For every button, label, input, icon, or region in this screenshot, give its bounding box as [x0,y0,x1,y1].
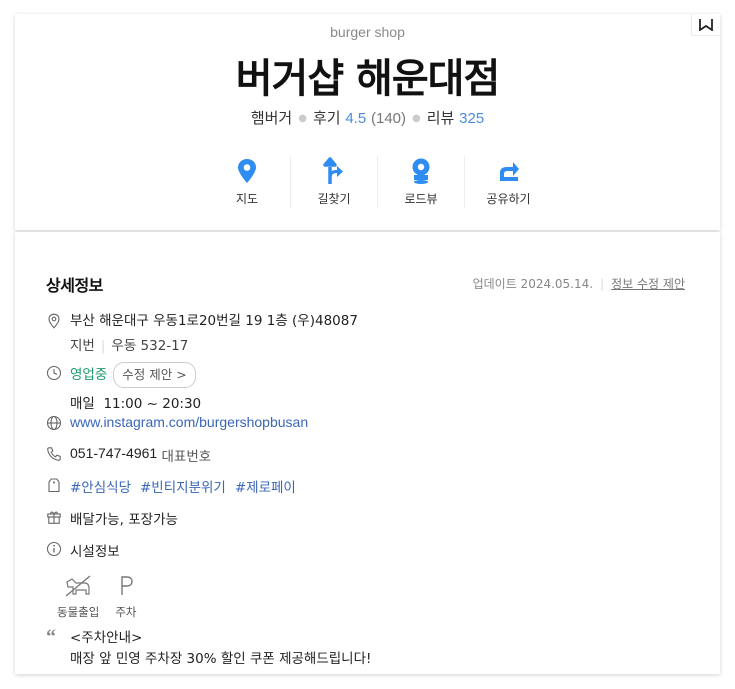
place-header-card: burger shop 버거샵 해운대점 햄버거 ● 후기 4.5 (140) ● 리뷰… [15,14,720,230]
tag-item[interactable]: #빈티지분위기 [140,476,226,496]
tag-icon [48,478,60,493]
update-date: 업데이트 2024.05.14. [472,277,594,291]
phone-row: 051-747-4961 대표번호 [46,445,211,465]
hours-time: 11:00 ~ 20:30 [103,396,202,412]
share-label: 공유하기 [486,192,531,206]
place-category: burger shop [330,24,405,40]
roadview-button[interactable]: 로드뷰 [378,156,465,208]
tag-item[interactable]: #제로페이 [235,476,296,496]
hours-detail: 매일 11:00 ~ 20:30 [70,392,201,412]
website-row: www.instagram.com/burgershopbusan [46,414,308,431]
quote-icon: “ [46,626,56,648]
map-pin-icon [238,159,256,183]
notice-block: “ <주차안내> 매장 앞 민영 주차장 30% 할인 쿠폰 제공해드립니다! [46,626,372,670]
services-text: 배달가능, 포장가능 [70,512,178,528]
roadview-icon [412,158,430,184]
location-icon [48,313,60,329]
directions-label: 길찾기 [317,192,351,206]
open-status: 영업중 [70,367,108,383]
review-count[interactable]: 325 [459,110,484,127]
rating-count[interactable]: (140) [371,110,406,127]
place-type: 햄버거 [250,109,293,127]
suggest-edit-link[interactable]: 정보 수정 제안 [611,277,685,291]
facility-pets-label: 동물출입 [57,605,100,619]
facility-parking: 주차 [115,574,137,620]
website-link[interactable]: www.instagram.com/burgershopbusan [70,414,308,430]
directions-icon [323,157,343,184]
facilities-title: 시설정보 [70,544,120,560]
clock-icon [46,365,62,381]
roadview-label: 로드뷰 [404,192,438,206]
lot-label: 지번 [70,338,95,354]
detail-info-card: 상세정보 업데이트 2024.05.14. | 정보 수정 제안 부산 해운대구 우… [15,232,720,674]
phone-label: 대표번호 [161,449,212,465]
action-bar: 지도 길찾기 로드뷰 공유하기 [204,156,552,208]
address-text: 부산 해운대구 우동1로20번길 19 1층 (우)48087 [70,313,358,329]
gift-icon [47,511,61,524]
address-row: 부산 해운대구 우동1로20번길 19 1층 (우)48087 지번 | 우동 53… [46,312,358,354]
phone-number[interactable]: 051-747-4961 [70,445,157,461]
map-button[interactable]: 지도 [204,156,291,208]
map-label: 지도 [235,192,259,206]
services-row: 배달가능, 포장가능 [46,508,178,528]
facility-pets: 동물출입 [57,574,99,620]
lot-value: 우동 532-17 [111,338,189,354]
parking-icon [121,576,133,595]
review-label[interactable]: 리뷰 [427,109,455,127]
place-meta: 햄버거 ● 후기 4.5 (140) ● 리뷰 325 [250,109,485,127]
detail-section-title: 상세정보 [46,276,103,295]
hours-row: 영업중 수정 제안 > 매일 11:00 ~ 20:30 [46,362,201,412]
rating-score[interactable]: 4.5 [345,110,366,127]
share-icon [499,162,519,181]
place-title: 버거샵 해운대점 [235,56,501,102]
tag-item[interactable]: #안심식당 [70,476,131,496]
notice-body: 매장 앞 민영 주차장 30% 할인 쿠폰 제공해드립니다! [70,651,372,667]
notice-title: <주차안내> [70,630,143,646]
update-info: 업데이트 2024.05.14. | 정보 수정 제안 [472,277,685,291]
no-pets-icon [65,575,91,597]
lot-address: 지번 | 우동 532-17 [70,338,189,354]
facilities-row: 시설정보 [46,540,120,560]
facility-parking-label: 주차 [115,605,137,619]
globe-icon [46,415,62,431]
phone-icon [47,447,61,461]
facilities-list: 동물출입 주차 [57,574,149,620]
hours-day: 매일 [70,396,95,412]
tags-row: #안심식당 #빈티지분위기 #제로페이 [46,476,305,496]
directions-button[interactable]: 길찾기 [291,156,378,208]
info-icon [46,541,62,557]
hours-edit-button[interactable]: 수정 제안 > [113,362,196,388]
rating-label[interactable]: 후기 [313,109,341,127]
share-button[interactable]: 공유하기 [465,156,552,208]
